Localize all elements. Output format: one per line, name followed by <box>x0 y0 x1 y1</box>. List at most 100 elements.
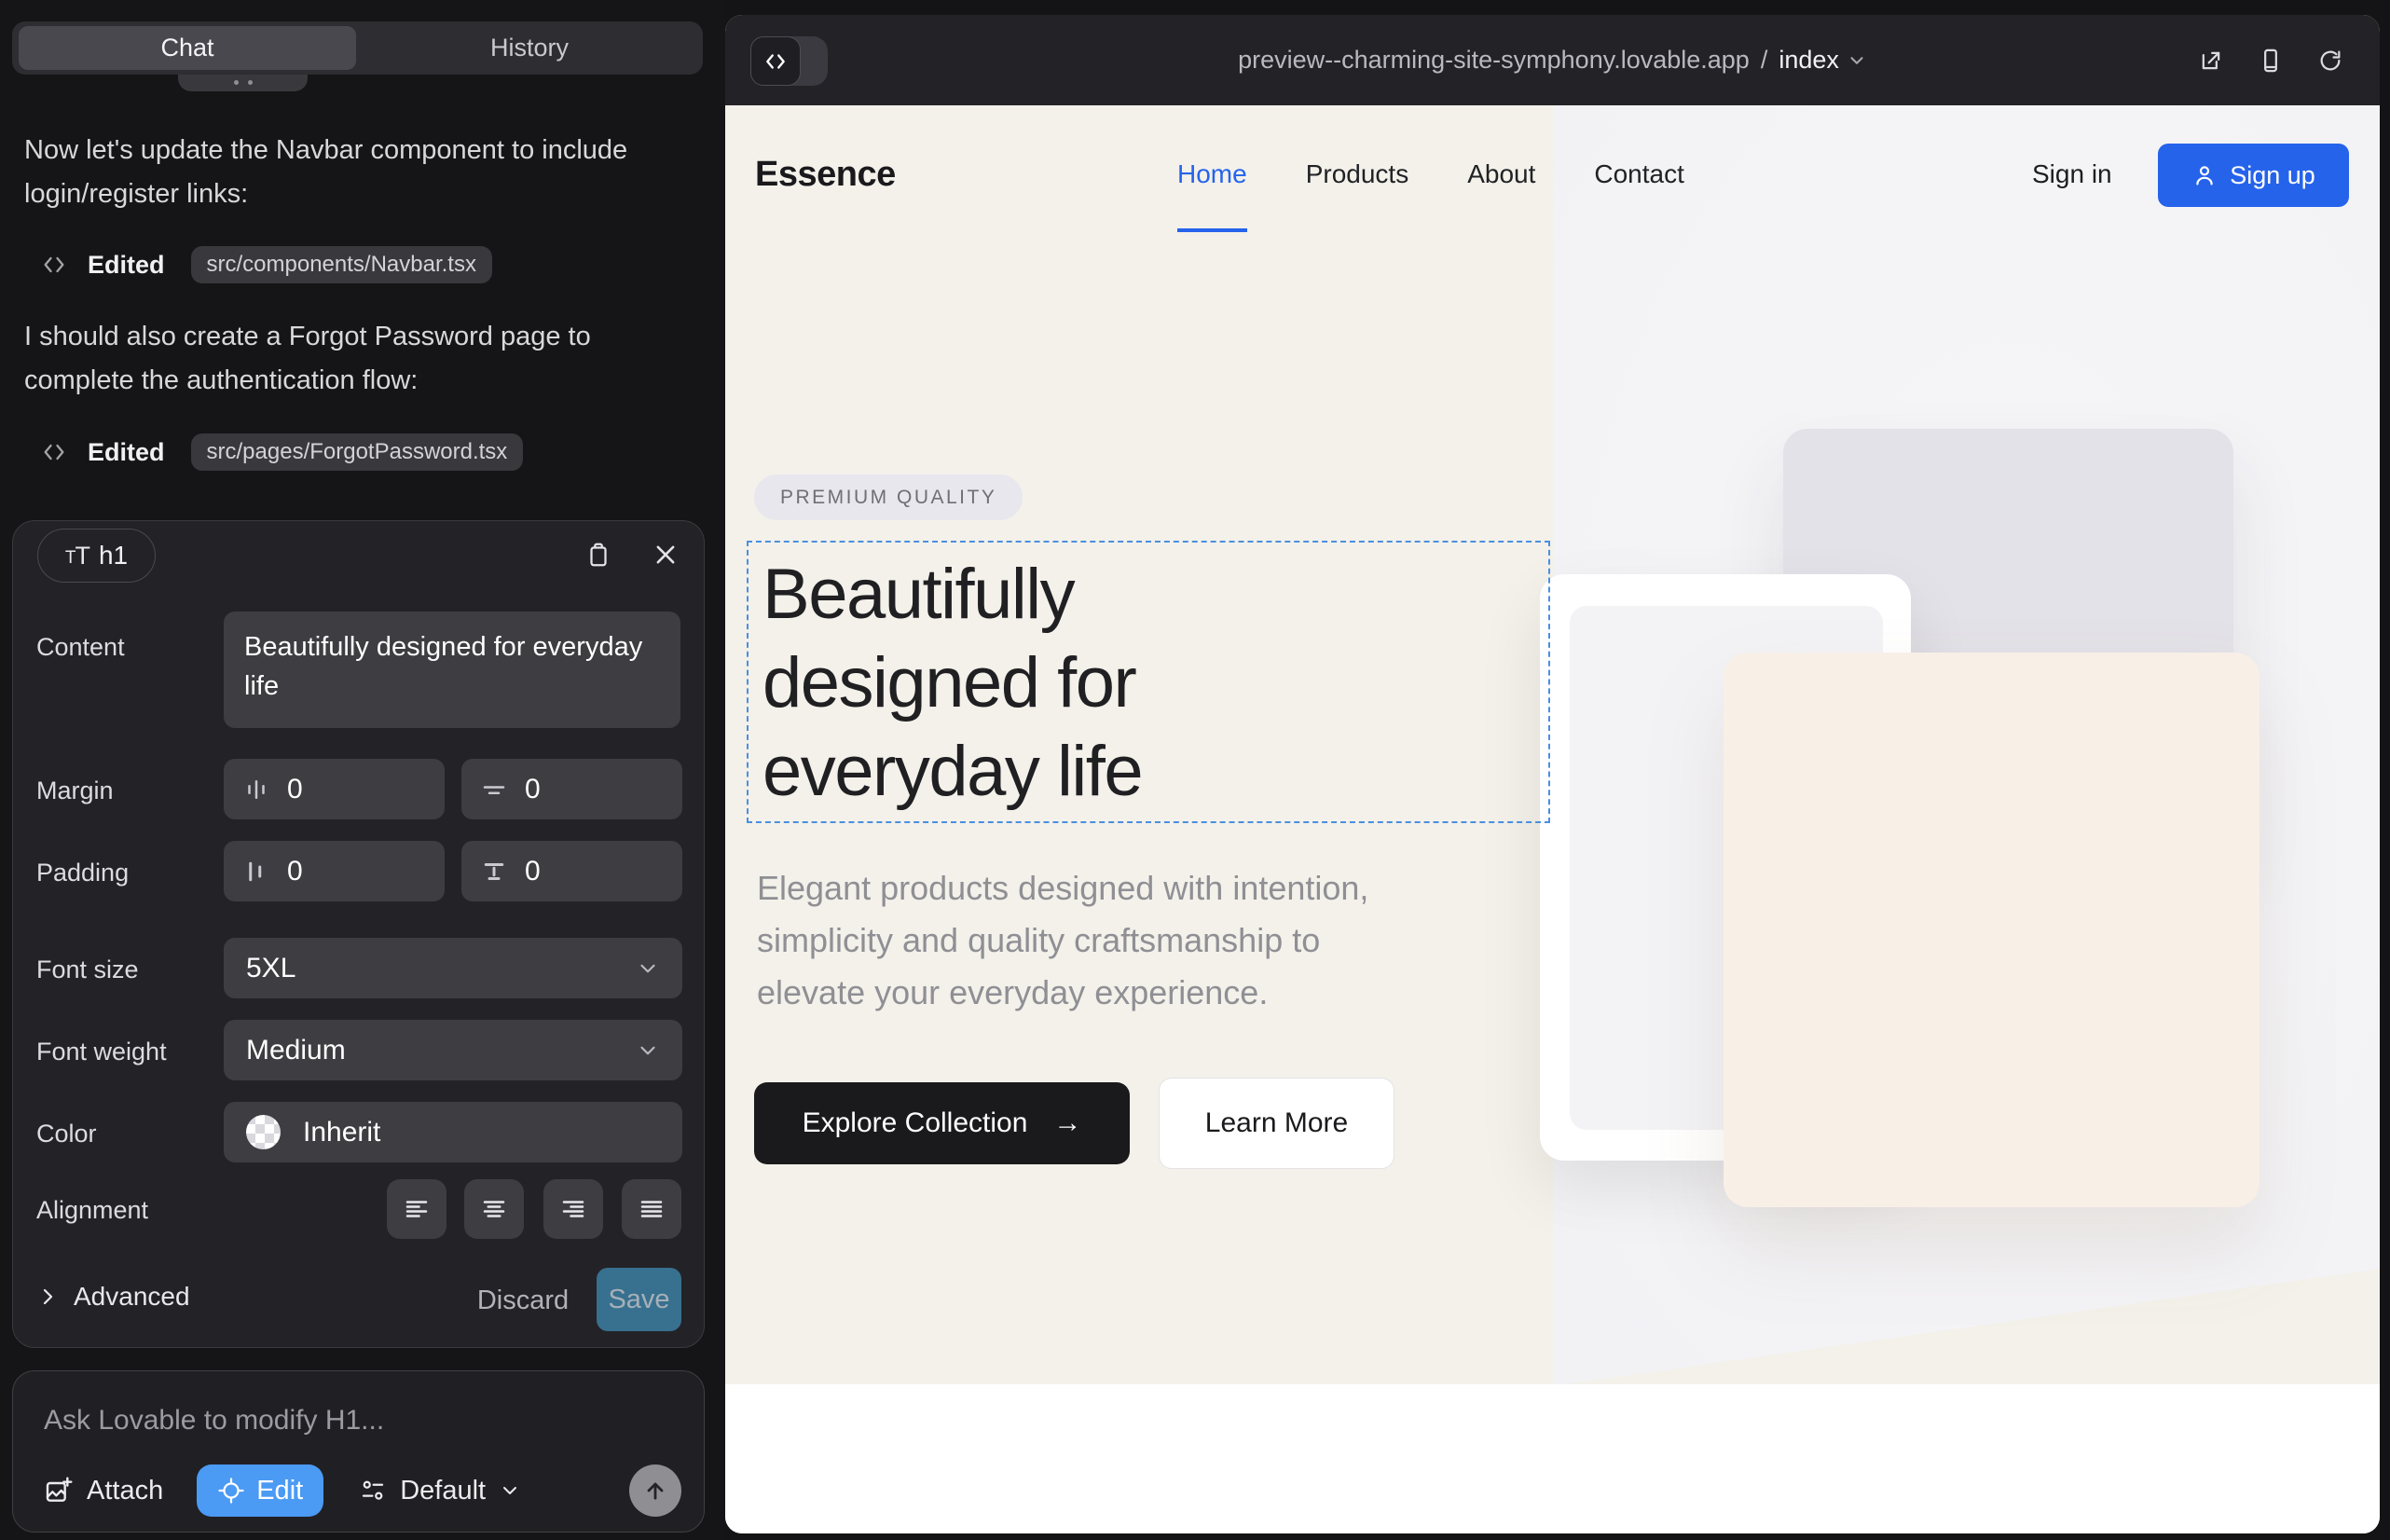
url-host: preview--charming-site-symphony.lovable.… <box>1238 46 1750 75</box>
discard-button[interactable]: Discard <box>481 1282 565 1319</box>
chevron-right-icon <box>36 1286 59 1308</box>
attach-button[interactable]: Attach <box>44 1476 163 1506</box>
padding-y-input[interactable]: 0 <box>461 841 682 901</box>
chevron-down-icon <box>636 956 660 981</box>
align-left-button[interactable] <box>387 1179 446 1239</box>
padding-row: 0 0 <box>224 841 682 901</box>
sliders-icon <box>359 1477 387 1505</box>
margin-label: Margin <box>36 777 114 805</box>
edited-file-row: Edited src/components/Navbar.tsx <box>41 246 492 283</box>
lovable-side-panel: Chat History Now let's update the Navbar… <box>0 0 725 1540</box>
assistant-message: I should also create a Forgot Password p… <box>24 315 639 403</box>
file-badge[interactable]: src/pages/ForgotPassword.tsx <box>191 433 524 471</box>
prompt-composer: Ask Lovable to modify H1... Attach Edit … <box>12 1370 705 1533</box>
code-icon <box>750 36 801 86</box>
code-icon <box>41 439 67 465</box>
align-center-button[interactable] <box>464 1179 524 1239</box>
padding-label: Padding <box>36 859 129 887</box>
arrow-right-icon: → <box>1053 1107 1081 1139</box>
sign-up-button[interactable]: Sign up <box>2158 144 2349 207</box>
browser-actions <box>2198 15 2343 105</box>
edited-label: Edited <box>88 438 165 467</box>
decor-card-peach <box>1724 653 2260 1207</box>
align-center-icon <box>480 1195 508 1223</box>
font-size-label: Font size <box>36 956 139 984</box>
code-icon <box>41 252 67 278</box>
edit-mode-button[interactable]: Edit <box>197 1464 323 1517</box>
delete-element-button[interactable] <box>578 534 619 575</box>
mode-select[interactable]: Default <box>359 1476 521 1506</box>
margin-vertical-icon <box>480 776 508 804</box>
hero-paragraph: Elegant products designed with intention… <box>757 862 1368 1019</box>
chevron-down-icon <box>636 1038 660 1063</box>
tab-history[interactable]: History <box>356 21 703 75</box>
transparent-swatch-icon <box>246 1115 281 1149</box>
font-weight-label: Font weight <box>36 1038 167 1066</box>
font-weight-select[interactable]: Medium <box>224 1020 682 1080</box>
learn-more-button[interactable]: Learn More <box>1159 1078 1394 1169</box>
preview-window: preview--charming-site-symphony.lovable.… <box>725 15 2380 1533</box>
chevron-down-icon <box>499 1479 521 1502</box>
padding-x-input[interactable]: 0 <box>224 841 445 901</box>
margin-horizontal-icon <box>242 776 270 804</box>
site-canvas: Essence Home Products About Contact Sign… <box>725 105 2380 1533</box>
align-justify-icon <box>638 1195 666 1223</box>
color-label: Color <box>36 1120 97 1148</box>
explore-collection-button[interactable]: Explore Collection → <box>754 1082 1130 1164</box>
element-editor-panel: TT h1 Content Beautifully designed for e… <box>12 520 705 1348</box>
align-right-icon <box>559 1195 587 1223</box>
trash-icon <box>584 541 612 569</box>
prompt-input[interactable]: Ask Lovable to modify H1... <box>44 1405 384 1437</box>
element-tag-pill: TT h1 <box>37 529 156 583</box>
nav-link-home[interactable]: Home <box>1177 159 1247 189</box>
site-logo[interactable]: Essence <box>755 155 896 195</box>
margin-y-input[interactable]: 0 <box>461 759 682 819</box>
advanced-toggle[interactable]: Advanced <box>36 1282 190 1312</box>
nav-link-products[interactable]: Products <box>1306 159 1409 189</box>
url-page: index <box>1779 46 1839 75</box>
site-nav: Home Products About Contact <box>1177 159 1684 189</box>
composer-toolbar: Attach Edit Default <box>44 1464 681 1517</box>
padding-vertical-icon <box>480 858 508 886</box>
edited-label: Edited <box>88 251 165 280</box>
code-preview-toggle[interactable] <box>750 36 828 86</box>
content-label: Content <box>36 633 125 662</box>
edited-file-row: Edited src/pages/ForgotPassword.tsx <box>41 433 523 471</box>
send-button[interactable] <box>629 1464 681 1517</box>
chat-history-tabs: Chat History <box>12 21 703 75</box>
nav-link-contact[interactable]: Contact <box>1594 159 1684 189</box>
hero-badge: PREMIUM QUALITY <box>754 474 1023 520</box>
open-in-new-tab-icon[interactable] <box>2198 48 2224 74</box>
browser-toolbar: preview--charming-site-symphony.lovable.… <box>725 15 2380 105</box>
align-left-icon <box>403 1195 431 1223</box>
nav-link-about[interactable]: About <box>1467 159 1535 189</box>
chevron-down-icon <box>1847 50 1867 71</box>
margin-row: 0 0 <box>224 759 682 819</box>
sign-in-link[interactable]: Sign in <box>2032 159 2112 189</box>
arrow-up-icon <box>642 1478 668 1504</box>
file-badge[interactable]: src/components/Navbar.tsx <box>191 246 492 283</box>
close-icon <box>652 542 679 568</box>
hero-heading[interactable]: Beautifully designed for everyday life <box>762 550 1142 816</box>
font-size-select[interactable]: 5XL <box>224 938 682 998</box>
content-textarea[interactable]: Beautifully designed for everyday life <box>224 612 680 728</box>
target-icon <box>217 1477 245 1505</box>
color-select[interactable]: Inherit <box>224 1102 682 1162</box>
close-panel-button[interactable] <box>645 534 686 575</box>
typography-icon: TT <box>65 542 89 571</box>
align-justify-button[interactable] <box>622 1179 681 1239</box>
url-separator: / <box>1761 46 1768 75</box>
alignment-label: Alignment <box>36 1196 148 1225</box>
assistant-message: Now let's update the Navbar component to… <box>24 129 639 216</box>
mobile-view-icon[interactable] <box>2258 48 2284 74</box>
url-bar[interactable]: preview--charming-site-symphony.lovable.… <box>725 15 2380 105</box>
refresh-icon[interactable] <box>2317 48 2343 74</box>
element-tag: h1 <box>99 541 128 571</box>
padding-horizontal-icon <box>242 858 270 886</box>
margin-x-input[interactable]: 0 <box>224 759 445 819</box>
user-icon <box>2191 162 2218 188</box>
align-right-button[interactable] <box>543 1179 603 1239</box>
tab-chat[interactable]: Chat <box>19 26 356 70</box>
attach-image-icon <box>44 1476 74 1506</box>
save-button[interactable]: Save <box>597 1268 681 1331</box>
